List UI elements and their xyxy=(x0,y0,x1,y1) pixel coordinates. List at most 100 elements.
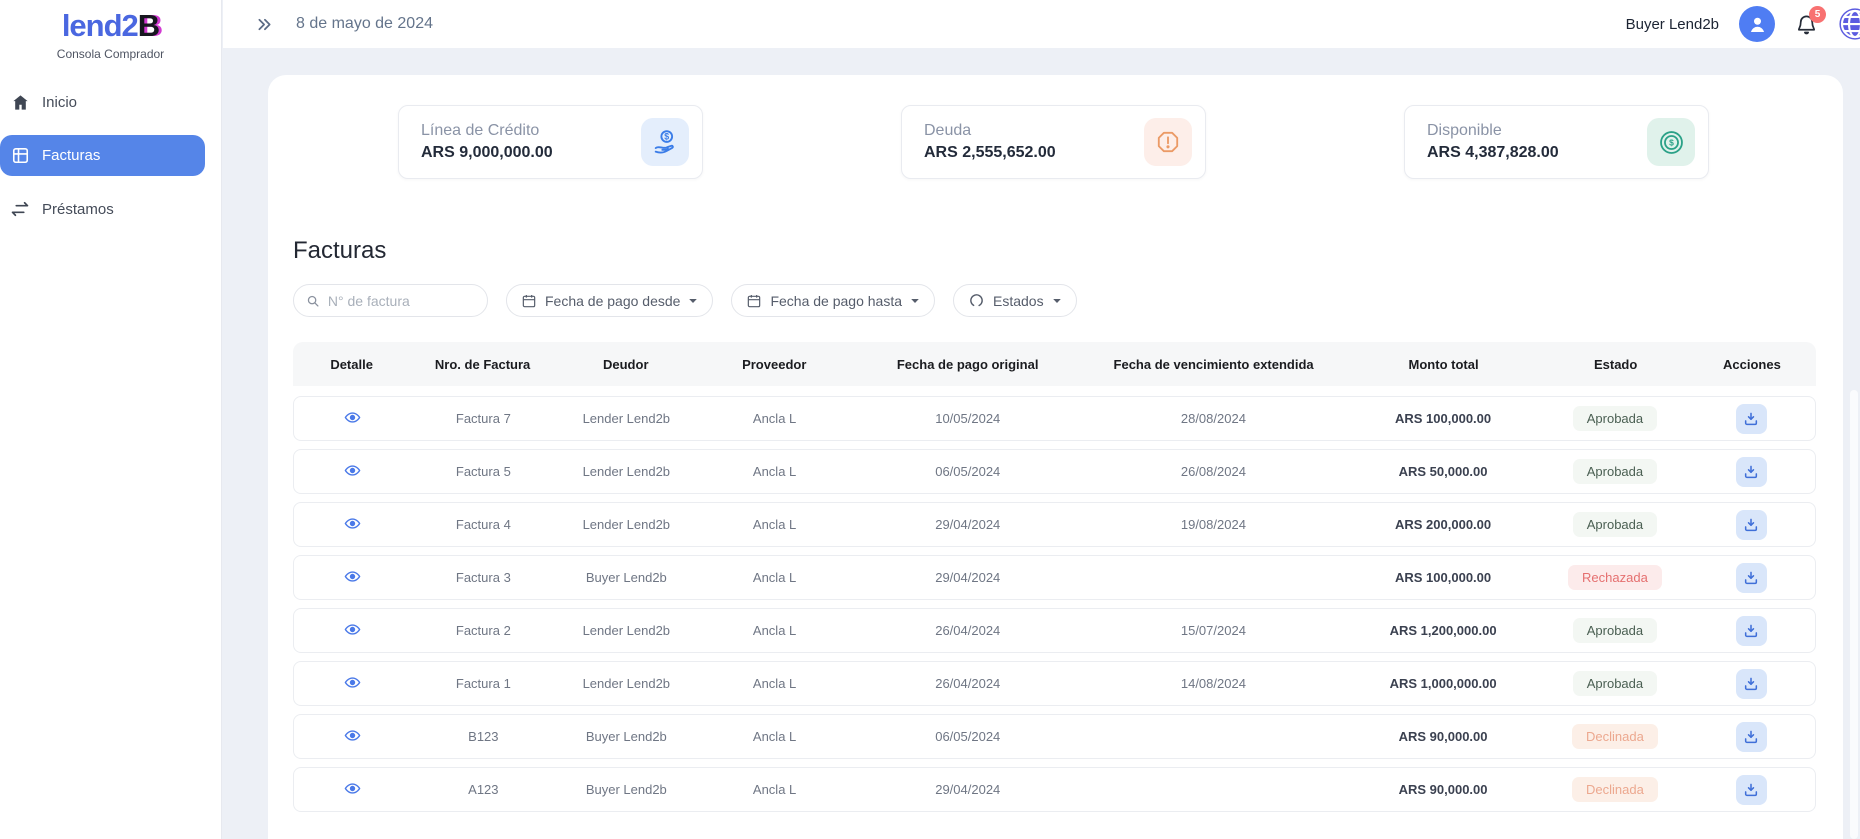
eye-icon xyxy=(344,409,361,426)
view-detail-button[interactable] xyxy=(344,515,361,532)
extended-due-date: 19/08/2024 xyxy=(1083,517,1343,532)
actions-cell xyxy=(1687,563,1815,593)
actions-cell xyxy=(1687,457,1815,487)
sidebar: lend2B Consola Comprador Inicio Facturas… xyxy=(0,0,222,839)
actions-cell xyxy=(1687,510,1815,540)
actions-cell xyxy=(1687,722,1815,752)
download-icon xyxy=(1743,517,1759,533)
view-detail-button[interactable] xyxy=(344,409,361,426)
notification-count-badge: 5 xyxy=(1809,6,1826,23)
download-icon xyxy=(1743,464,1759,480)
date-to-filter-button[interactable]: Fecha de pago hasta xyxy=(731,284,935,317)
home-icon xyxy=(9,93,31,112)
sidebar-item-label: Facturas xyxy=(42,147,100,164)
download-button[interactable] xyxy=(1736,404,1767,434)
svg-text:$: $ xyxy=(1669,137,1674,147)
download-button[interactable] xyxy=(1736,669,1767,699)
search-icon xyxy=(306,293,320,309)
column-header: Monto total xyxy=(1344,357,1544,372)
status-cell: Aprobada xyxy=(1543,671,1687,696)
view-detail-button[interactable] xyxy=(344,568,361,585)
sidebar-item-prestamos[interactable]: Préstamos xyxy=(0,189,221,229)
status-badge: Aprobada xyxy=(1573,512,1657,537)
actions-cell xyxy=(1687,775,1815,805)
sidebar-collapse-button[interactable] xyxy=(255,15,274,34)
view-detail-button[interactable] xyxy=(344,727,361,744)
detail-cell xyxy=(294,515,411,535)
view-detail-button[interactable] xyxy=(344,462,361,479)
status-badge: Declinada xyxy=(1572,724,1658,749)
notifications-button[interactable]: 5 xyxy=(1795,13,1818,36)
table-row: A123 Buyer Lend2b Ancla L 29/04/2024 ARS… xyxy=(293,767,1816,812)
debt-card: Deuda ARS 2,555,652.00 xyxy=(901,105,1206,179)
download-button[interactable] xyxy=(1736,510,1767,540)
sidebar-item-inicio[interactable]: Inicio xyxy=(0,83,221,122)
provider: Ancla L xyxy=(697,782,852,797)
sidebar-item-label: Inicio xyxy=(42,94,77,111)
download-button[interactable] xyxy=(1736,616,1767,646)
download-icon xyxy=(1743,729,1759,745)
eye-icon xyxy=(344,621,361,638)
download-button[interactable] xyxy=(1736,457,1767,487)
detail-cell xyxy=(294,621,411,641)
status-cell: Aprobada xyxy=(1543,459,1687,484)
filters-bar: Fecha de pago desde Fecha de pago hasta … xyxy=(293,284,1843,317)
status-badge: Aprobada xyxy=(1573,671,1657,696)
sidebar-item-facturas[interactable]: Facturas xyxy=(0,135,205,176)
svg-text:$: $ xyxy=(664,132,669,142)
language-globe-button[interactable] xyxy=(1838,7,1860,41)
invoice-number: Factura 4 xyxy=(411,517,555,532)
hand-coin-icon: $ xyxy=(641,118,689,166)
download-button[interactable] xyxy=(1736,775,1767,805)
chevron-down-icon xyxy=(688,297,698,305)
search-input[interactable] xyxy=(328,293,475,309)
view-detail-button[interactable] xyxy=(344,780,361,797)
invoice-number: B123 xyxy=(411,729,555,744)
invoice-number: Factura 3 xyxy=(411,570,555,585)
invoice-number: Factura 7 xyxy=(411,411,555,426)
original-payment-date: 29/04/2024 xyxy=(852,782,1083,797)
debtor: Buyer Lend2b xyxy=(556,729,697,744)
status-cell: Declinada xyxy=(1543,777,1687,802)
column-header: Fecha de pago original xyxy=(852,357,1083,372)
column-header: Acciones xyxy=(1688,357,1816,372)
table-row: Factura 5 Lender Lend2b Ancla L 06/05/20… xyxy=(293,449,1816,494)
status-badge: Declinada xyxy=(1572,777,1658,802)
original-payment-date: 06/05/2024 xyxy=(852,464,1083,479)
invoices-table: DetalleNro. de FacturaDeudorProveedorFec… xyxy=(293,342,1816,812)
provider: Ancla L xyxy=(697,517,852,532)
total-amount: ARS 50,000.00 xyxy=(1343,464,1542,479)
status-cell: Aprobada xyxy=(1543,406,1687,431)
invoice-search[interactable] xyxy=(293,284,488,317)
date-from-filter-button[interactable]: Fecha de pago desde xyxy=(506,284,713,317)
download-button[interactable] xyxy=(1736,722,1767,752)
user-avatar[interactable] xyxy=(1739,6,1775,42)
column-header: Deudor xyxy=(555,357,697,372)
calendar-icon xyxy=(746,293,762,309)
card-value: ARS 4,387,828.00 xyxy=(1427,144,1559,162)
download-button[interactable] xyxy=(1736,563,1767,593)
alert-octagon-icon xyxy=(1144,118,1192,166)
logo: lend2B Consola Comprador xyxy=(0,0,221,61)
column-header: Fecha de vencimiento extendida xyxy=(1083,357,1343,372)
total-amount: ARS 90,000.00 xyxy=(1343,729,1542,744)
view-detail-button[interactable] xyxy=(344,674,361,691)
debtor: Lender Lend2b xyxy=(556,411,697,426)
table-row: Factura 1 Lender Lend2b Ancla L 26/04/20… xyxy=(293,661,1816,706)
states-filter-button[interactable]: Estados xyxy=(953,284,1077,317)
person-icon xyxy=(1747,14,1768,35)
view-detail-button[interactable] xyxy=(344,621,361,638)
original-payment-date: 10/05/2024 xyxy=(852,411,1083,426)
status-cell: Aprobada xyxy=(1543,512,1687,537)
scrollbar[interactable] xyxy=(1850,390,1858,839)
provider: Ancla L xyxy=(697,676,852,691)
download-icon xyxy=(1743,676,1759,692)
total-amount: ARS 100,000.00 xyxy=(1343,570,1542,585)
actions-cell xyxy=(1687,616,1815,646)
total-amount: ARS 90,000.00 xyxy=(1343,782,1542,797)
total-amount: ARS 1,200,000.00 xyxy=(1343,623,1542,638)
original-payment-date: 26/04/2024 xyxy=(852,676,1083,691)
total-amount: ARS 100,000.00 xyxy=(1343,411,1542,426)
total-amount: ARS 200,000.00 xyxy=(1343,517,1542,532)
card-title: Línea de Crédito xyxy=(421,122,553,140)
